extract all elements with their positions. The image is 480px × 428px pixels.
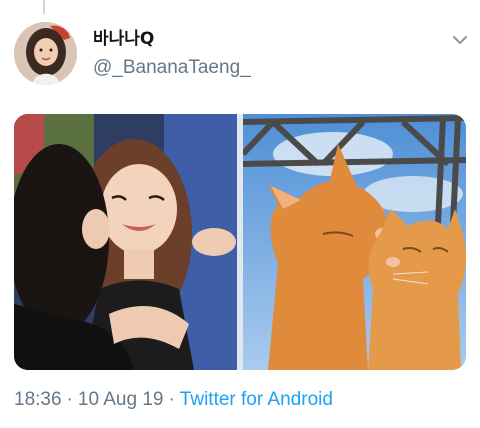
photo-kiss-left[interactable] bbox=[14, 114, 237, 370]
photo-cats-right[interactable] bbox=[243, 114, 466, 370]
chevron-down-icon[interactable] bbox=[449, 32, 471, 48]
display-name[interactable]: 바나나Q bbox=[93, 28, 251, 50]
tweet-source-link[interactable]: Twitter for Android bbox=[180, 389, 333, 410]
avatar[interactable] bbox=[14, 22, 77, 85]
meta-separator: · bbox=[66, 389, 73, 410]
user-handle[interactable]: @_BananaTaeng_ bbox=[93, 55, 251, 81]
tweet-meta: 18:36 · 10 Aug 19 · Twitter for Android bbox=[14, 387, 333, 413]
tweet-header: 바나나Q @_BananaTaeng_ bbox=[0, 18, 480, 90]
tweet-time[interactable]: 18:36 bbox=[14, 389, 62, 410]
tweet-date[interactable]: 10 Aug 19 bbox=[78, 389, 164, 410]
meta-separator: · bbox=[168, 389, 175, 410]
thread-connector-line bbox=[43, 0, 45, 14]
user-names: 바나나Q @_BananaTaeng_ bbox=[93, 28, 251, 81]
media-grid bbox=[14, 114, 466, 370]
